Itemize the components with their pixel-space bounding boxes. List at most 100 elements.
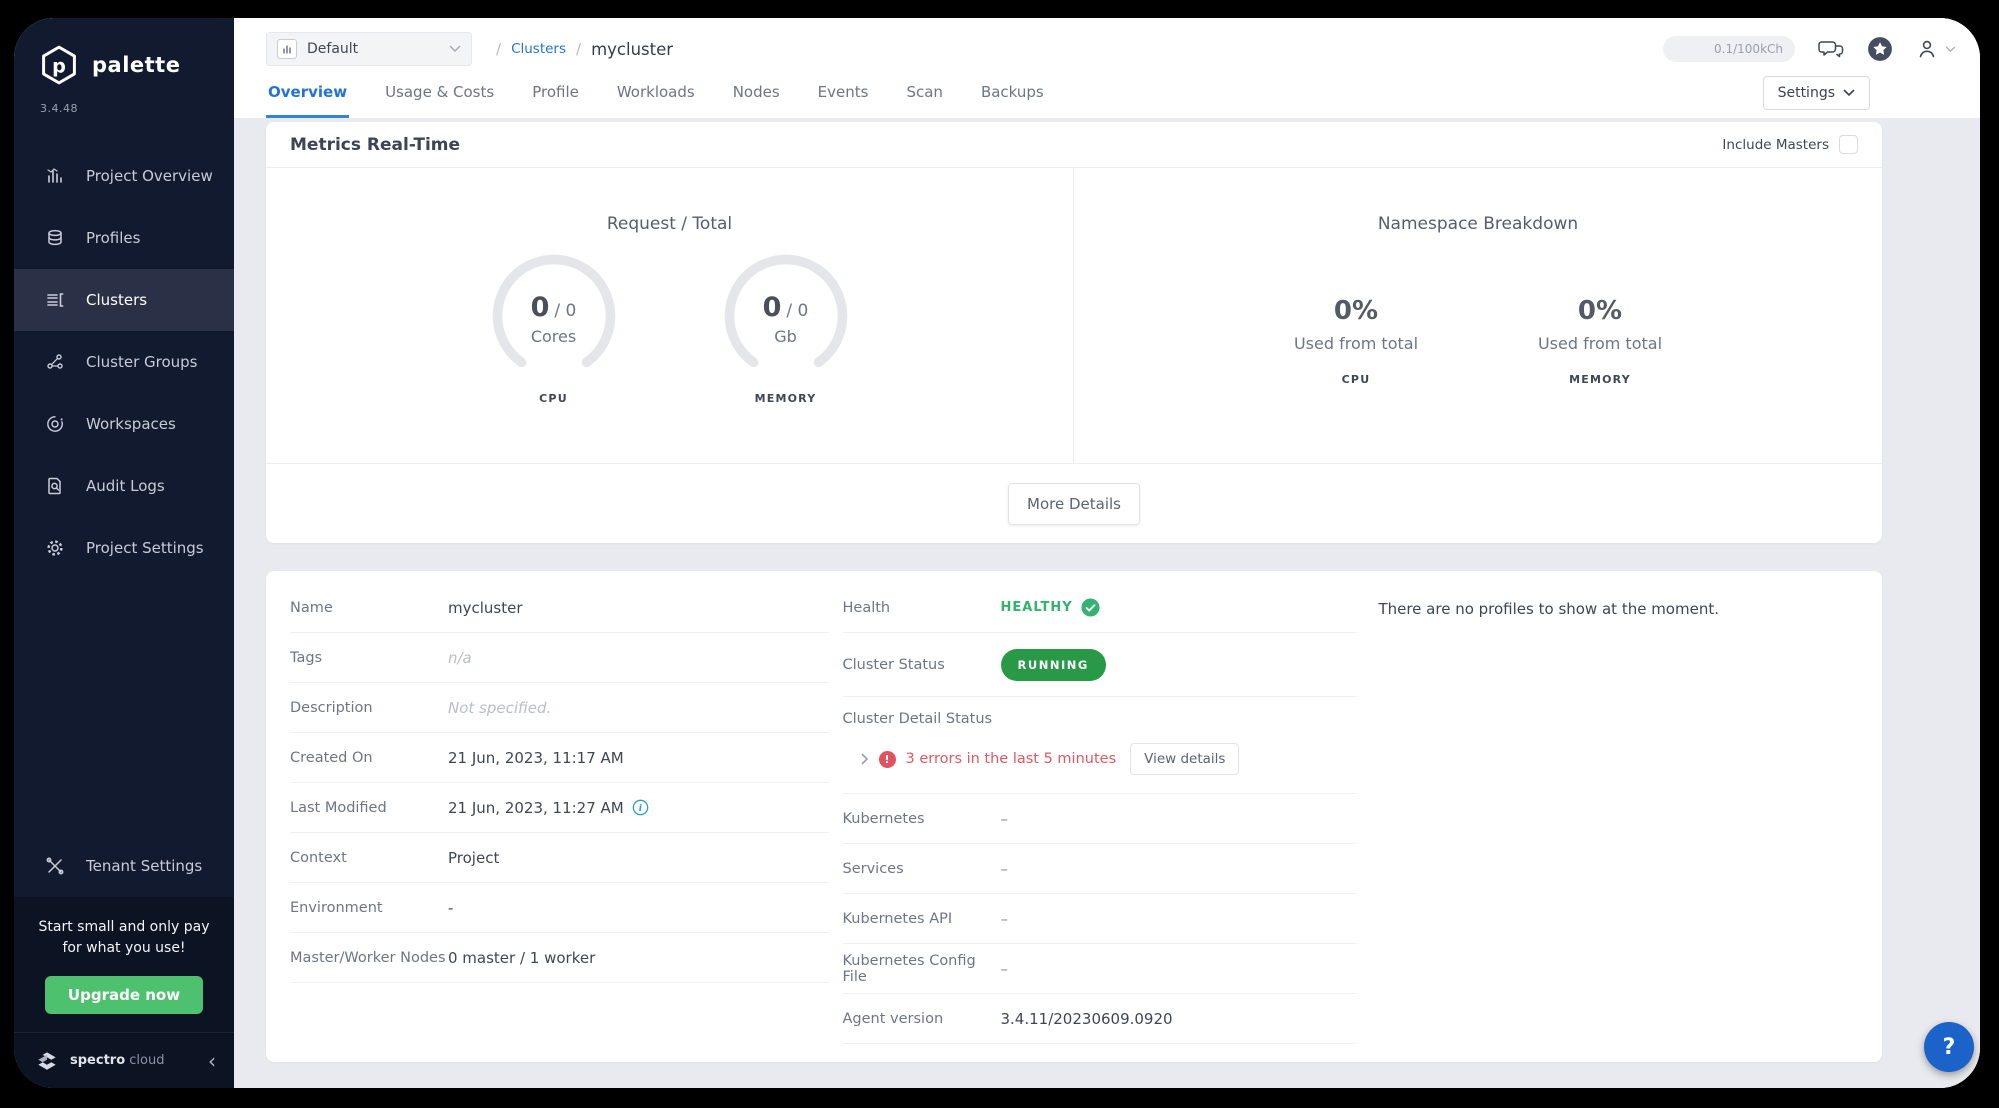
top-header: Default / Clusters / mycluster 0.1/100kC… bbox=[234, 18, 1980, 118]
server-list-icon bbox=[44, 289, 66, 311]
namespace-memory-stat: 0% Used from total MEMORY bbox=[1530, 296, 1670, 386]
screen-frame: p palette 3.4.48 Project Overview Profil… bbox=[0, 0, 1999, 1108]
error-alert-icon: ! bbox=[879, 751, 896, 768]
sidebar-item-cluster-groups[interactable]: Cluster Groups bbox=[14, 331, 234, 393]
error-summary-row: ! 3 errors in the last 5 minutes View de… bbox=[843, 743, 1357, 775]
tab-backups[interactable]: Backups bbox=[979, 83, 1046, 118]
running-status-badge: RUNNING bbox=[1001, 649, 1106, 681]
metrics-content: Request / Total bbox=[266, 168, 1882, 463]
breadcrumb-current: mycluster bbox=[591, 40, 673, 59]
detail-row-created-on: Created On 21 Jun, 2023, 11:17 AM bbox=[290, 733, 829, 783]
sidebar-item-profiles[interactable]: Profiles bbox=[14, 207, 234, 269]
detail-row-last-modified: Last Modified 21 Jun, 2023, 11:27 AM i bbox=[290, 783, 829, 833]
tab-overview[interactable]: Overview bbox=[266, 83, 349, 118]
error-summary-text: 3 errors in the last 5 minutes bbox=[906, 751, 1117, 767]
namespace-stats: 0% Used from total CPU 0% Used from tota… bbox=[1286, 296, 1670, 386]
tools-icon bbox=[44, 855, 66, 877]
sidebar-item-project-settings[interactable]: Project Settings bbox=[14, 517, 234, 579]
details-right-column: There are no profiles to show at the mom… bbox=[1356, 583, 1858, 1044]
sidebar-item-workspaces[interactable]: Workspaces bbox=[14, 393, 234, 455]
detail-row-master-worker-nodes: Master/Worker Nodes 0 master / 1 worker bbox=[290, 933, 829, 983]
request-total-title: Request / Total bbox=[607, 214, 732, 234]
project-selector-value: Default bbox=[307, 41, 439, 57]
help-button[interactable]: ? bbox=[1924, 1022, 1974, 1072]
chat-icon[interactable] bbox=[1817, 37, 1845, 61]
info-icon[interactable]: i bbox=[632, 799, 649, 816]
cpu-used-value: 0 bbox=[531, 292, 550, 323]
tab-events[interactable]: Events bbox=[816, 83, 871, 118]
network-nodes-icon bbox=[44, 351, 66, 373]
bar-chart-icon bbox=[44, 165, 66, 187]
memory-unit: Gb bbox=[774, 327, 797, 346]
chevron-down-icon bbox=[449, 45, 461, 53]
memory-used-value: 0 bbox=[763, 292, 782, 323]
logo-text: palette bbox=[92, 53, 180, 77]
detail-row-cluster-status: Cluster Status RUNNING bbox=[843, 633, 1357, 697]
memory-percent: 0% bbox=[1530, 296, 1670, 326]
settings-button[interactable]: Settings bbox=[1763, 76, 1870, 110]
user-menu[interactable] bbox=[1915, 37, 1956, 61]
layers-icon bbox=[44, 227, 66, 249]
sidebar: p palette 3.4.48 Project Overview Profil… bbox=[14, 18, 234, 1088]
tab-scan[interactable]: Scan bbox=[904, 83, 944, 118]
whats-new-star-icon[interactable] bbox=[1867, 36, 1893, 62]
user-icon bbox=[1915, 37, 1939, 61]
check-circle-icon bbox=[1081, 598, 1100, 617]
detail-row-services: Services – bbox=[843, 844, 1357, 894]
sidebar-item-tenant-settings[interactable]: Tenant Settings bbox=[14, 835, 234, 897]
sidebar-spacer bbox=[14, 579, 234, 835]
sidebar-item-label: Project Settings bbox=[86, 539, 204, 557]
tab-workloads[interactable]: Workloads bbox=[615, 83, 697, 118]
chevron-down-icon bbox=[1843, 89, 1855, 97]
breadcrumb: / Clusters / mycluster bbox=[496, 40, 673, 59]
cpu-total-value: / 0 bbox=[554, 301, 576, 321]
breadcrumb-clusters-link[interactable]: Clusters bbox=[511, 41, 566, 57]
sidebar-item-clusters[interactable]: Clusters bbox=[14, 269, 234, 331]
svg-text:i: i bbox=[639, 804, 643, 814]
sidebar-item-audit-logs[interactable]: Audit Logs bbox=[14, 455, 234, 517]
metrics-title: Metrics Real-Time bbox=[290, 135, 460, 155]
view-details-button[interactable]: View details bbox=[1130, 743, 1239, 775]
project-scope-icon bbox=[277, 39, 297, 59]
detail-row-health: Health HEALTHY bbox=[843, 583, 1357, 633]
more-details-button[interactable]: More Details bbox=[1008, 483, 1140, 525]
cpu-percent: 0% bbox=[1286, 296, 1426, 326]
details-left-column: Name mycluster Tags n/a Description Not … bbox=[290, 583, 829, 1044]
app-window: p palette 3.4.48 Project Overview Profil… bbox=[14, 18, 1980, 1088]
spectro-cloud-brand: spectro cloud bbox=[70, 1053, 164, 1068]
memory-gauge: 0 / 0 Gb MEMORY bbox=[711, 252, 861, 405]
sidebar-item-label: Clusters bbox=[86, 291, 147, 309]
chevron-down-icon bbox=[1945, 46, 1956, 53]
namespace-cpu-stat: 0% Used from total CPU bbox=[1286, 296, 1426, 386]
tab-usage-costs[interactable]: Usage & Costs bbox=[383, 83, 496, 118]
sidebar-item-label: Workspaces bbox=[86, 415, 176, 433]
tab-profile[interactable]: Profile bbox=[530, 83, 581, 118]
metrics-realtime-card: Metrics Real-Time Include Masters Reques… bbox=[266, 122, 1882, 543]
top-bar: Default / Clusters / mycluster 0.1/100kC… bbox=[234, 18, 1980, 70]
tab-nodes[interactable]: Nodes bbox=[731, 83, 782, 118]
detail-row-name: Name mycluster bbox=[290, 583, 829, 633]
sidebar-item-label: Audit Logs bbox=[86, 477, 165, 495]
usage-credits-badge: 0.1/100kCh bbox=[1663, 36, 1795, 62]
collapse-sidebar-icon[interactable]: ‹ bbox=[208, 1051, 216, 1071]
detail-row-environment: Environment - bbox=[290, 883, 829, 933]
app-version: 3.4.48 bbox=[14, 86, 234, 115]
cpu-gauge: 0 / 0 Cores CPU bbox=[479, 252, 629, 405]
expand-errors-chevron-icon[interactable] bbox=[861, 753, 869, 765]
upgrade-promo: Start small and only pay for what you us… bbox=[14, 897, 234, 1032]
sidebar-item-label: Project Overview bbox=[86, 167, 213, 185]
sidebar-item-label: Tenant Settings bbox=[86, 857, 202, 875]
promo-text: Start small and only pay for what you us… bbox=[28, 917, 220, 960]
include-masters-label: Include Masters bbox=[1722, 137, 1829, 153]
sidebar-nav: Project Overview Profiles Clusters bbox=[14, 145, 234, 579]
project-selector[interactable]: Default bbox=[266, 32, 472, 66]
include-masters-checkbox[interactable] bbox=[1839, 135, 1858, 154]
profiles-empty-message: There are no profiles to show at the mom… bbox=[1378, 600, 1719, 618]
main-area: Default / Clusters / mycluster 0.1/100kC… bbox=[234, 18, 1980, 1088]
include-masters-control: Include Masters bbox=[1722, 135, 1858, 154]
sidebar-item-project-overview[interactable]: Project Overview bbox=[14, 145, 234, 207]
upgrade-now-button[interactable]: Upgrade now bbox=[45, 976, 203, 1014]
orbit-icon bbox=[44, 413, 66, 435]
logo: p palette bbox=[14, 18, 234, 86]
cluster-detail-status-block: Cluster Detail Status ! 3 errors in the … bbox=[843, 697, 1357, 794]
